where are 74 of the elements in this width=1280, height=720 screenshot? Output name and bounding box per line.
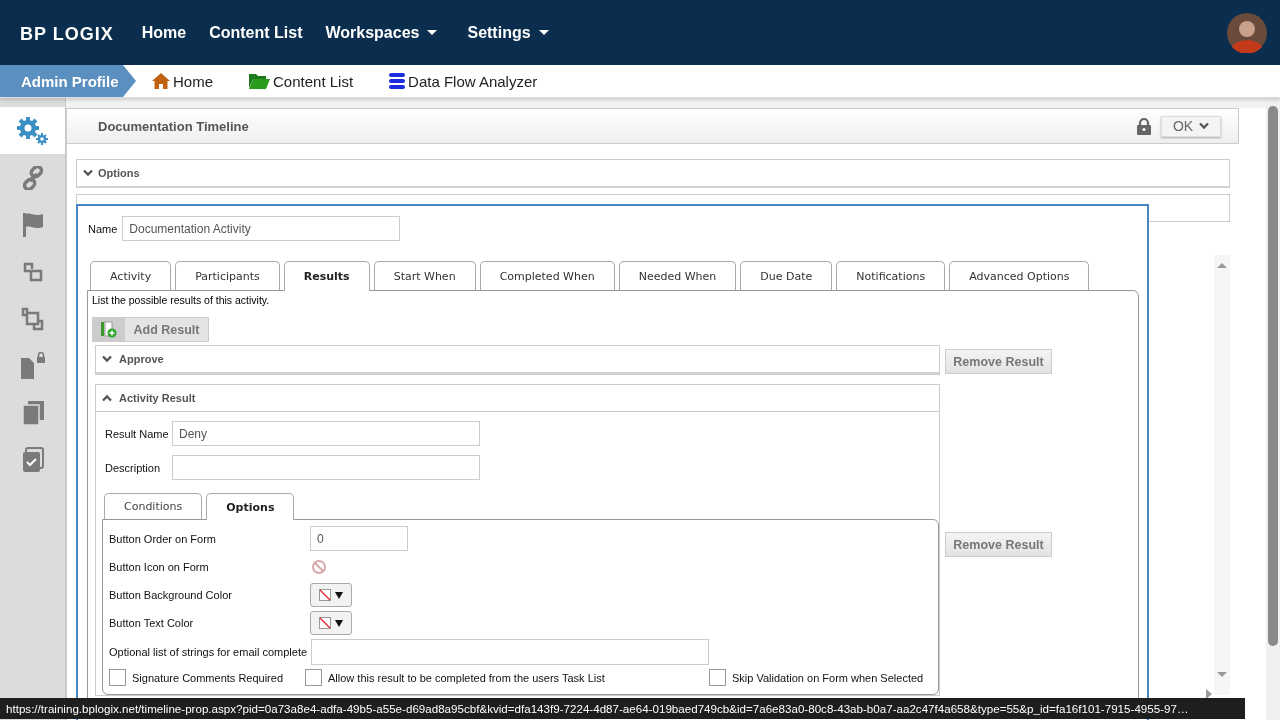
result-header[interactable]: Approve <box>96 346 939 374</box>
sidebar-item[interactable] <box>0 107 65 154</box>
gears-icon <box>15 115 50 146</box>
nav-link[interactable]: Content List <box>209 23 303 42</box>
panel-title: Documentation Timeline <box>98 118 249 134</box>
nav-link[interactable]: Workspaces <box>325 23 438 42</box>
no-color-swatch-icon <box>319 617 331 629</box>
tab[interactable]: Participants <box>175 261 280 290</box>
lock-icon <box>1137 117 1151 135</box>
tab[interactable]: Needed When <box>618 261 737 290</box>
checkbox-label: Skip Validation on Form when Selected <box>732 671 924 684</box>
chevron-down-icon <box>102 355 112 363</box>
checkbox[interactable] <box>305 669 322 686</box>
tab[interactable]: Conditions <box>104 493 203 519</box>
tab[interactable]: Advanced Options <box>949 261 1090 290</box>
add-icon <box>100 321 118 338</box>
option-label: Optional list of strings for email complete <box>109 646 309 658</box>
text-field[interactable] <box>311 639 710 665</box>
result-header[interactable]: Activity Result <box>96 385 939 412</box>
status-url: https://training.bplogix.net/timeline-prop.aspx?pid=0a73a8e4-adfa-49b5-a55e-d69ad8a95cbf&kvid=dfa143f9-7224-4d87-ae64-019baed749cb&id=7a6e83a0-80c8-43ab-b0a7-aa2c47f4a658&type=55&p_id=fa16f101-7915-4955-97… <box>0 698 1245 719</box>
no-color-swatch-icon <box>319 589 331 601</box>
chevron-up-icon <box>102 394 112 402</box>
checkbox[interactable] <box>109 669 126 686</box>
scroll-right-icon[interactable] <box>1204 688 1214 700</box>
breadcrumb-link[interactable]: Data Flow Analyzer <box>408 72 538 90</box>
tab[interactable]: Start When <box>373 261 476 290</box>
text-field[interactable]: 0 <box>310 526 408 551</box>
name-field[interactable]: Documentation Activity <box>122 216 401 241</box>
ok-button[interactable]: OK <box>1161 115 1221 137</box>
checkbox-label: Signature Comments Required <box>132 671 284 684</box>
tab[interactable]: Activity <box>90 261 172 290</box>
option-label: Button Background Color <box>109 589 233 601</box>
file-check-icon <box>20 446 45 473</box>
breadcrumb-link[interactable]: Content List <box>273 72 354 90</box>
tab[interactable]: Completed When <box>479 261 615 290</box>
intro-text: List the possible results of this activity. <box>92 294 271 306</box>
tab[interactable]: Results <box>283 261 370 291</box>
remove-result-button[interactable]: Remove Result <box>945 349 1052 374</box>
house-icon <box>152 73 170 89</box>
breadcrumb-link[interactable]: Home <box>173 72 213 90</box>
section-header[interactable]: Options <box>76 159 1230 188</box>
chevron-down-icon <box>83 169 93 177</box>
logo: BP LOGIX <box>20 24 114 45</box>
copy-icon <box>22 261 43 282</box>
folder-icon <box>249 73 270 89</box>
tab[interactable]: Notifications <box>836 261 946 290</box>
link-icon <box>21 165 44 190</box>
field-label: Result Name <box>105 427 170 440</box>
color-picker[interactable] <box>310 611 352 635</box>
remove-result-button[interactable]: Remove Result <box>945 532 1052 557</box>
flag-icon <box>21 211 44 238</box>
checkbox[interactable] <box>709 669 726 686</box>
avatar[interactable] <box>1227 12 1267 53</box>
option-label: Button Icon on Form <box>109 561 210 573</box>
option-label: Button Text Color <box>109 617 195 629</box>
no-icon[interactable] <box>311 559 327 575</box>
add-result-button[interactable]: Add Result <box>92 317 209 342</box>
field-label: Description <box>105 461 162 474</box>
checkbox-label: Allow this result to be completed from the users Task List <box>328 671 605 684</box>
name-label: Name <box>88 222 118 235</box>
chevron-down-icon <box>1199 122 1210 130</box>
tab[interactable]: Due Date <box>740 261 833 290</box>
option-label: Button Order on Form <box>109 532 217 545</box>
nav-link[interactable]: Home <box>141 23 187 42</box>
copy-icon <box>20 306 45 331</box>
database-icon <box>389 73 406 89</box>
file-lock-icon <box>19 351 46 380</box>
text-field[interactable] <box>172 455 480 480</box>
color-picker[interactable] <box>310 583 352 607</box>
text-field[interactable]: Deny <box>172 421 480 446</box>
scrollbar-thumb[interactable] <box>1268 106 1278 646</box>
nav-link[interactable]: Settings <box>467 23 549 42</box>
files-icon <box>20 399 45 426</box>
tab[interactable]: Options <box>206 493 295 520</box>
